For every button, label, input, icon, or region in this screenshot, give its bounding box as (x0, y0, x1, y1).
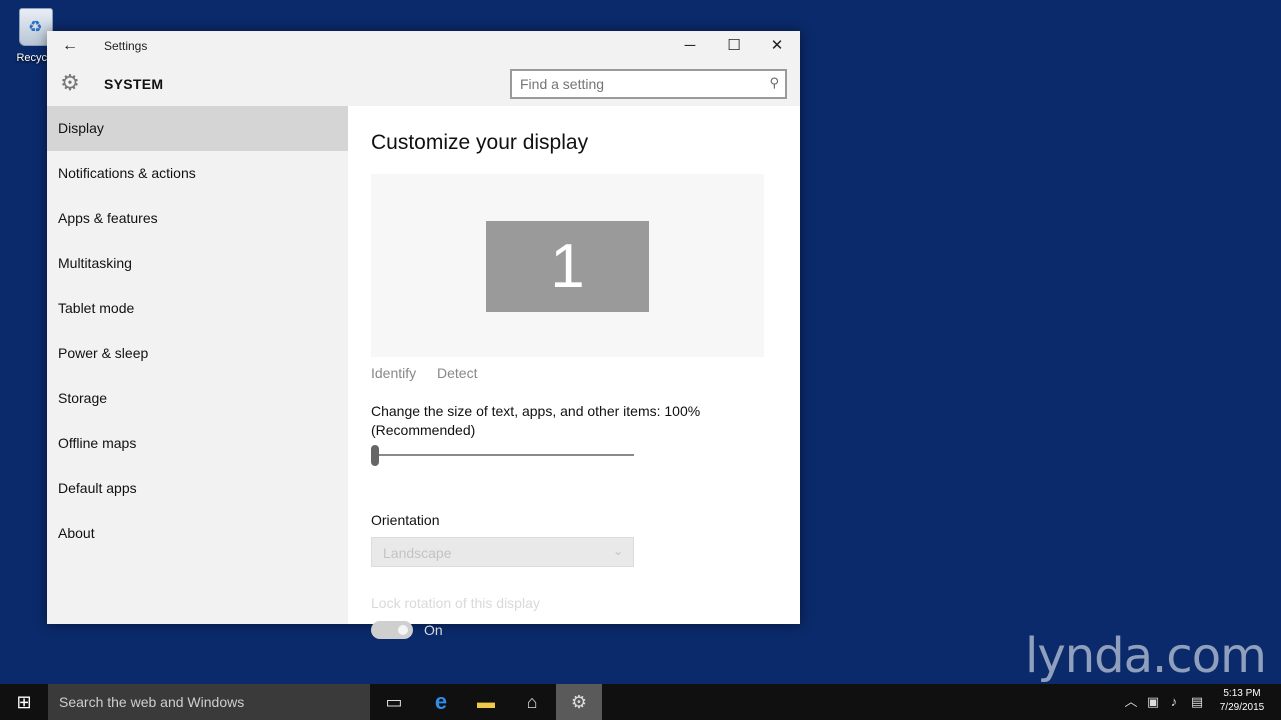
monitor-1-tile[interactable]: 1 (486, 221, 649, 312)
sidebar-item-apps-features[interactable]: Apps & features (47, 196, 348, 241)
taskbar: ⊞ Search the web and Windows ▭ e ▬ ⌂ ⚙ ︿… (0, 684, 1281, 720)
page-title: Customize your display (371, 131, 589, 154)
scale-label: Change the size of text, apps, and other… (371, 403, 701, 438)
window-title: Settings (104, 39, 148, 53)
sidebar-item-power-sleep[interactable]: Power & sleep (47, 331, 348, 376)
windows-start-icon[interactable]: ⊞ (0, 684, 48, 720)
clock-date: 7/29/2015 (1219, 702, 1265, 713)
orientation-label: Orientation (371, 512, 440, 528)
taskbar-search-placeholder: Search the web and Windows (59, 694, 245, 710)
store-icon[interactable]: ⌂ (509, 684, 555, 720)
toggle-knob (398, 625, 408, 635)
lock-rotation-label: Lock rotation of this display (371, 595, 540, 611)
edge-browser-icon[interactable]: e (418, 684, 464, 720)
sidebar-item-multitasking[interactable]: Multitasking (47, 241, 348, 286)
lock-rotation-toggle[interactable] (371, 621, 413, 639)
detect-link[interactable]: Detect (437, 365, 477, 381)
tray-chevron-up-icon[interactable]: ︿ (1121, 684, 1141, 720)
scale-slider-thumb[interactable] (371, 445, 379, 466)
action-center-icon[interactable]: ▤ (1187, 684, 1207, 720)
sidebar: Display Notifications & actions Apps & f… (47, 106, 348, 624)
settings-taskbar-icon[interactable]: ⚙ (556, 684, 602, 720)
orientation-value: Landscape (383, 545, 452, 561)
settings-header: ⚙ SYSTEM ⚲ (47, 61, 800, 106)
clock-time: 5:13 PM (1223, 688, 1261, 699)
title-bar[interactable]: ← Settings ─ ☐ ✕ (47, 31, 800, 61)
scale-slider-track[interactable] (375, 454, 634, 456)
clock[interactable]: 5:13 PM 7/29/2015 (1212, 687, 1272, 715)
lynda-watermark: lynda.com (1025, 628, 1267, 684)
sidebar-item-offline-maps[interactable]: Offline maps (47, 421, 348, 466)
content-pane: Customize your display 1 Identify Detect… (348, 106, 800, 639)
gear-icon: ⚙ (60, 70, 80, 95)
search-box[interactable]: ⚲ (510, 69, 787, 99)
chevron-down-icon: ⌄ (612, 544, 623, 558)
minimize-button[interactable]: ─ (675, 35, 705, 57)
search-icon[interactable]: ⚲ (769, 75, 779, 91)
sidebar-item-display[interactable]: Display (47, 106, 348, 151)
network-icon[interactable]: ▣ (1143, 684, 1163, 720)
sidebar-item-default-apps[interactable]: Default apps (47, 466, 348, 511)
volume-icon[interactable]: ♪ (1164, 684, 1184, 720)
settings-window: ← Settings ─ ☐ ✕ ⚙ SYSTEM ⚲ Display Noti… (47, 31, 800, 639)
section-title: SYSTEM (104, 76, 164, 92)
maximize-button[interactable]: ☐ (719, 35, 749, 57)
identify-link[interactable]: Identify (371, 365, 416, 381)
search-input[interactable] (520, 76, 750, 92)
orientation-select[interactable]: Landscape ⌄ (371, 537, 634, 567)
close-button[interactable]: ✕ (762, 35, 792, 57)
lock-rotation-state: On (424, 622, 443, 638)
back-arrow-icon[interactable]: ← (59, 37, 81, 55)
task-view-icon[interactable]: ▭ (371, 684, 417, 720)
display-preview: 1 (371, 174, 764, 357)
sidebar-item-about[interactable]: About (47, 511, 348, 556)
taskbar-search[interactable]: Search the web and Windows (48, 684, 370, 720)
sidebar-item-tablet-mode[interactable]: Tablet mode (47, 286, 348, 331)
sidebar-item-storage[interactable]: Storage (47, 376, 348, 421)
file-explorer-icon[interactable]: ▬ (463, 684, 509, 720)
sidebar-item-notifications[interactable]: Notifications & actions (47, 151, 348, 196)
